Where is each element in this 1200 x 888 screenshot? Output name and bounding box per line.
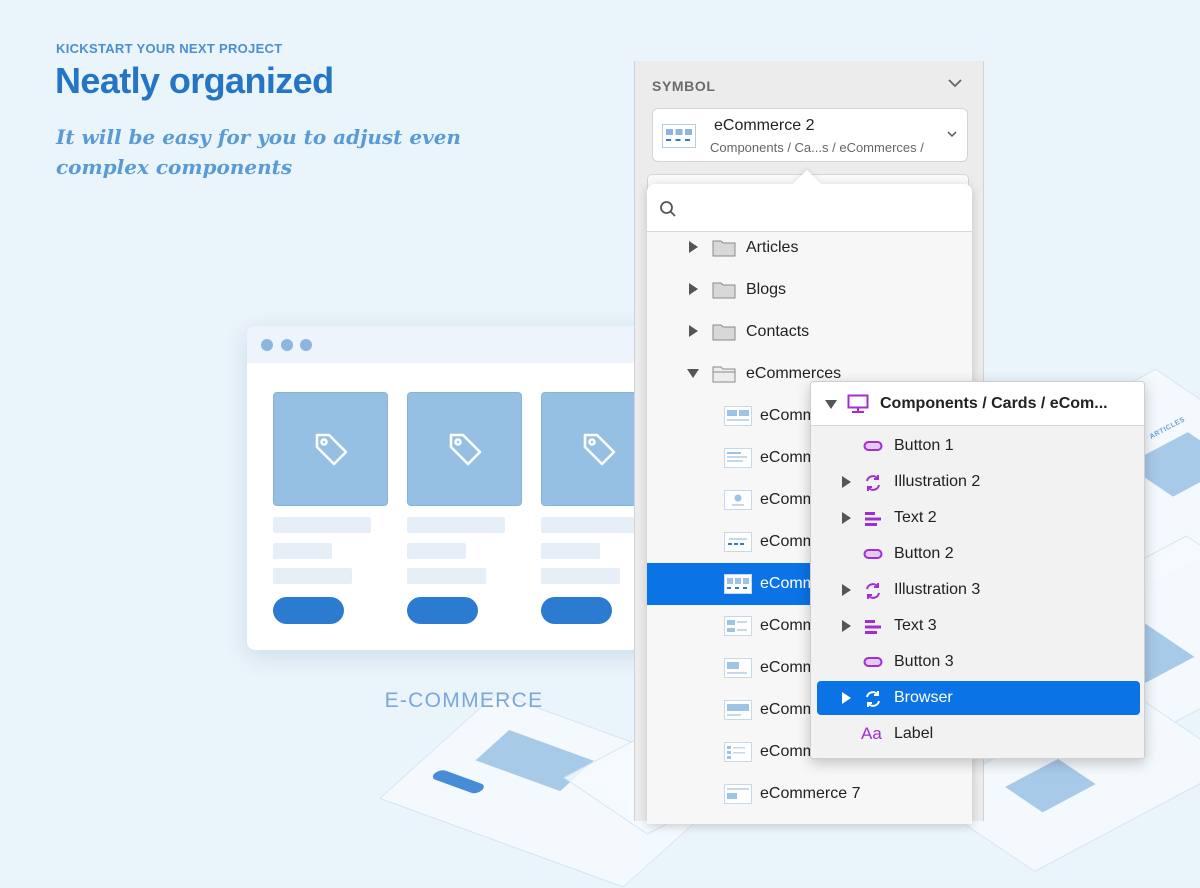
ecommerce-thumbnail-icon [724, 616, 752, 636]
symbol-name: eCommerce 2 [714, 117, 815, 134]
symbol-sync-icon [866, 691, 880, 707]
tree-folder-label: Contacts [746, 323, 810, 340]
disclosure-triangle-icon[interactable] [841, 620, 852, 632]
tree-folder-label: Articles [746, 239, 799, 256]
product-card [273, 392, 388, 624]
disclosure-triangle-icon[interactable] [687, 283, 699, 295]
window-dot-icon [281, 339, 293, 351]
placeholder-line [407, 543, 466, 559]
text-style-icon: Aa [861, 724, 882, 743]
disclosure-triangle-expanded-icon[interactable] [825, 399, 837, 410]
tree-item-ecommerce[interactable]: eCommerce 7 [647, 773, 972, 815]
layer-row-button-3[interactable]: Button 3 [817, 645, 1140, 679]
artboard-icon [847, 394, 869, 413]
layer-label: Button 3 [894, 653, 954, 670]
layer-row-button-1[interactable]: Button 1 [817, 429, 1140, 463]
ecommerce-thumbnail-icon [724, 532, 752, 552]
tree-folder-label: Blogs [746, 281, 787, 298]
disclosure-triangle-icon[interactable] [841, 584, 852, 596]
folder-icon [712, 240, 736, 257]
page-subheadline: It will be easy for you to adjust even c… [56, 122, 476, 182]
layer-label: Illustration 3 [894, 581, 981, 598]
mockup-caption: E-COMMERCE [384, 689, 544, 712]
price-tag-icon [273, 392, 388, 506]
disclosure-triangle-icon[interactable] [687, 241, 699, 253]
layer-row-text-2[interactable]: Text 2 [817, 501, 1140, 535]
ecommerce-thumbnail-icon [724, 742, 752, 762]
subheadline-line-1: It will be easy for you to adjust even [56, 125, 461, 149]
layer-label: Button 2 [894, 545, 954, 562]
layer-label: Button 1 [894, 437, 954, 454]
card-button [273, 597, 344, 624]
text-layer-icon [865, 620, 881, 634]
window-dot-icon [261, 339, 273, 351]
text-layer-icon [865, 512, 881, 526]
layer-label: Label [894, 725, 934, 742]
placeholder-line [273, 517, 371, 533]
layer-label: Browser [894, 689, 953, 706]
tree-folder-articles[interactable]: Articles [647, 227, 972, 269]
layer-label: Illustration 2 [894, 473, 981, 490]
ecommerce-thumbnail-icon [724, 490, 752, 510]
folder-icon [712, 324, 736, 341]
eyebrow-text: KICKSTART YOUR NEXT PROJECT [56, 41, 283, 56]
product-card [407, 392, 522, 624]
ecommerce-thumbnail-icon [724, 658, 752, 678]
disclosure-triangle-icon[interactable] [841, 512, 852, 524]
ecommerce-thumbnail-icon [724, 574, 752, 594]
layer-row-label[interactable]: Aa Label [817, 717, 1140, 751]
disclosure-triangle-expanded-icon[interactable] [687, 367, 699, 379]
layer-group-title: Components / Cards / eCom... [880, 395, 1108, 412]
browser-title-bar [247, 326, 681, 363]
placeholder-line [407, 568, 486, 584]
layer-row-text-3[interactable]: Text 3 [817, 609, 1140, 643]
card-button [541, 597, 612, 624]
layer-label: Text 3 [894, 617, 937, 634]
disclosure-triangle-icon[interactable] [687, 325, 699, 337]
layer-row-illustration-2[interactable]: Illustration 2 [817, 465, 1140, 499]
search-icon [660, 201, 676, 217]
tree-folder-contacts[interactable]: Contacts [647, 311, 972, 353]
search-field[interactable] [647, 184, 972, 232]
ecommerce-browser-mockup [247, 326, 681, 650]
layer-group-header[interactable]: Components / Cards / eCom... [811, 382, 1144, 426]
ecommerce-thumbnail-icon [724, 784, 752, 804]
placeholder-line [541, 568, 620, 584]
symbol-path: Components / Ca...s / eCommerces / [710, 140, 924, 155]
placeholder-line [273, 543, 332, 559]
tree-item-label: eCommerce 7 [760, 785, 861, 802]
chevron-down-icon[interactable] [947, 75, 963, 91]
layer-row-button-2[interactable]: Button 2 [817, 537, 1140, 571]
disclosure-triangle-icon[interactable] [841, 692, 852, 704]
symbol-sync-icon [866, 475, 880, 491]
button-icon [863, 441, 883, 451]
disclosure-triangle-icon[interactable] [841, 476, 852, 488]
placeholder-line [541, 543, 600, 559]
layer-label: Text 2 [894, 509, 937, 526]
chevron-down-icon [947, 131, 957, 138]
panel-title: SYMBOL [652, 78, 716, 94]
button-icon [863, 657, 883, 667]
symbol-sync-icon [866, 583, 880, 599]
folder-icon [712, 282, 736, 299]
layer-list-popup: Components / Cards / eCom... Button 1 Il… [810, 381, 1145, 759]
card-button [407, 597, 478, 624]
placeholder-line [273, 568, 352, 584]
tree-folder-blogs[interactable]: Blogs [647, 269, 972, 311]
ecommerce-thumbnail-icon [724, 406, 752, 426]
placeholder-line [541, 517, 639, 533]
ecommerce-thumbnail-icon [724, 700, 752, 720]
placeholder-line [407, 517, 505, 533]
subheadline-line-2: complex components [56, 155, 293, 179]
folder-open-icon [712, 366, 736, 383]
symbol-thumbnail-icon [662, 124, 696, 148]
button-icon [863, 549, 883, 559]
symbol-selector[interactable]: eCommerce 2 Components / Ca...s / eComme… [652, 108, 968, 162]
layer-row-illustration-3[interactable]: Illustration 3 [817, 573, 1140, 607]
window-dot-icon [300, 339, 312, 351]
price-tag-icon [407, 392, 522, 506]
ecommerce-thumbnail-icon [724, 448, 752, 468]
layer-row-browser-selected[interactable]: Browser [817, 681, 1140, 715]
page-headline: Neatly organized [55, 60, 334, 101]
